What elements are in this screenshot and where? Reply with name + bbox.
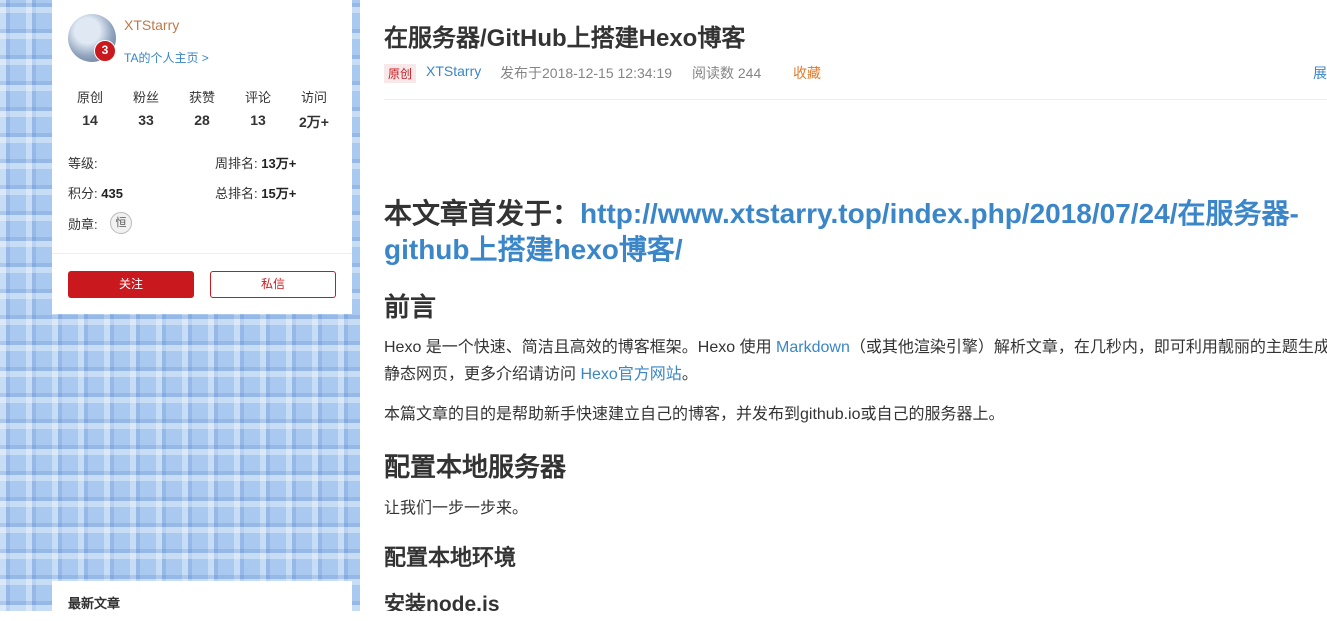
- article-meta: 原创 XTStarry 发布于2018-12-15 12:34:19 阅读数 2…: [384, 62, 1327, 84]
- latest-articles-title: 最新文章: [68, 596, 121, 611]
- intro-text-a: Hexo 是一个快速、简洁且高效的博客框架。Hexo 使用: [384, 339, 777, 356]
- heading-preface: 前言: [384, 292, 437, 322]
- points: 积分: 435: [68, 183, 123, 202]
- stat-visits[interactable]: 访问 2万+: [286, 87, 342, 132]
- publish-date: 发布于2018-12-15 12:34:19: [500, 65, 672, 81]
- first-published-heading: 本文章首发于：http://www.xtstarry.top/index.php…: [384, 196, 1327, 268]
- markdown-link[interactable]: Markdown: [776, 339, 850, 356]
- stats-row: 原创 14 粉丝 33 获赞 28 评论 13 访问 2万+: [62, 87, 342, 132]
- points-value: 435: [101, 186, 123, 201]
- total-rank-label: 总排名:: [215, 186, 258, 201]
- latest-articles-card: 最新文章: [52, 581, 352, 621]
- follow-button[interactable]: 关注: [68, 271, 194, 298]
- paragraph-intro: Hexo 是一个快速、简洁且高效的博客框架。Hexo 使用 Markdown（或…: [384, 334, 1327, 388]
- message-button[interactable]: 私信: [210, 271, 336, 298]
- meta-divider: [384, 99, 1327, 100]
- hexo-site-link[interactable]: Hexo官方网站: [580, 366, 681, 383]
- divider: [52, 253, 352, 254]
- paragraph-purpose: 本篇文章的目的是帮助新手快速建立自己的博客，并发布到github.io或自己的服…: [384, 406, 1005, 423]
- stat-label: 获赞: [188, 90, 215, 105]
- total-rank-value: 15万+: [261, 186, 297, 201]
- stat-fans[interactable]: 粉丝 33: [118, 87, 174, 132]
- article: 在服务器/GitHub上搭建Hexo博客 原创 XTStarry 发布于2018…: [384, 0, 1327, 611]
- week-rank-value: 13万+: [261, 156, 297, 171]
- points-label: 积分:: [68, 186, 98, 201]
- expand-link[interactable]: 展: [1313, 63, 1327, 83]
- medal-label: 勋章:: [68, 217, 98, 232]
- stat-label: 评论: [244, 90, 271, 105]
- stat-label: 原创: [76, 90, 103, 105]
- home-link[interactable]: TA的个人主页 >: [124, 49, 209, 66]
- stat-original[interactable]: 原创 14: [62, 87, 118, 132]
- article-author[interactable]: XTStarry: [426, 63, 481, 79]
- total-rank: 总排名: 15万+: [215, 183, 296, 202]
- stat-value: 13: [250, 112, 266, 128]
- favorite-button[interactable]: 收藏: [793, 63, 821, 83]
- week-rank: 周排名: 13万+: [215, 153, 296, 172]
- paragraph-step: 让我们一步一步来。: [384, 500, 529, 517]
- stat-value: 2万+: [299, 114, 329, 130]
- read-count: 阅读数 244: [692, 65, 762, 81]
- first-published-prefix: 本文章首发于：: [384, 198, 581, 229]
- level-badge: 3: [94, 40, 116, 62]
- stat-comments[interactable]: 评论 13: [230, 87, 286, 132]
- heading-local-server: 配置本地服务器: [384, 452, 567, 482]
- level-label: 等级:: [68, 156, 98, 171]
- stat-label: 访问: [300, 90, 327, 105]
- intro-text-c: 。: [681, 366, 698, 383]
- original-tag: 原创: [384, 64, 417, 83]
- author-card: 3 XTStarry TA的个人主页 > 原创 14 粉丝 33 获赞 28 评…: [52, 0, 352, 314]
- author-name[interactable]: XTStarry: [124, 17, 179, 33]
- week-rank-label: 周排名:: [215, 156, 258, 171]
- stat-label: 粉丝: [132, 90, 159, 105]
- stat-likes[interactable]: 获赞 28: [174, 87, 230, 132]
- heading-install-node: 安装node.js: [384, 593, 500, 611]
- stat-value: 33: [138, 112, 154, 128]
- stat-value: 28: [194, 112, 210, 128]
- stat-value: 14: [82, 112, 98, 128]
- medal-icon[interactable]: 恒: [110, 212, 132, 234]
- heading-local-env: 配置本地环境: [384, 545, 517, 570]
- article-title: 在服务器/GitHub上搭建Hexo博客: [384, 25, 746, 52]
